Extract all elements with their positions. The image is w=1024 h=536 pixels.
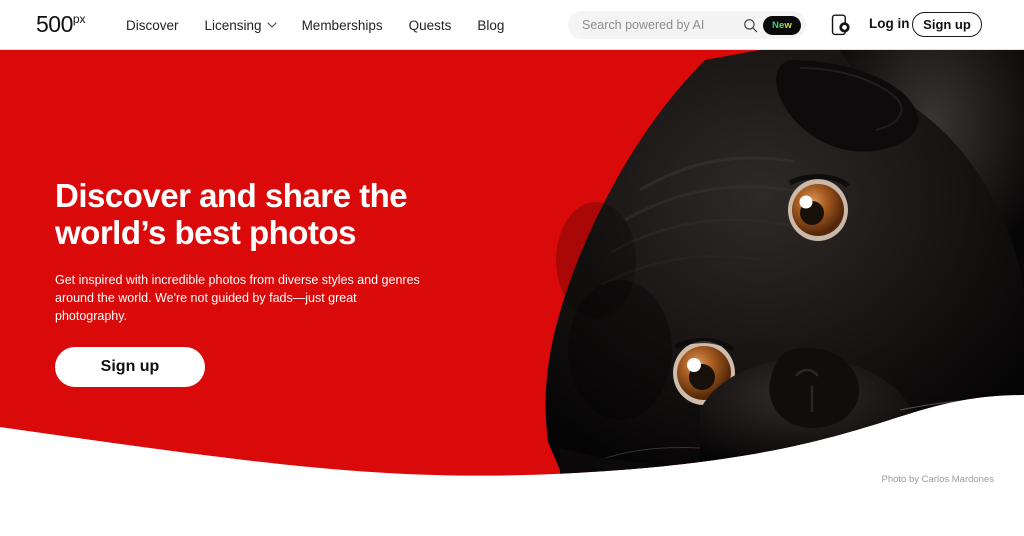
nav-item-licensing[interactable]: Licensing [204, 17, 277, 33]
nav-item-label: Quests [408, 17, 452, 33]
signup-button-hero[interactable]: Sign up [55, 347, 205, 388]
nav-item-label: Licensing [204, 17, 262, 33]
nav-item-memberships[interactable]: Memberships [302, 18, 383, 33]
page-title: Discover and share the world’s best phot… [55, 177, 408, 251]
site-header: 500 px Discover Licensing Memberships Qu… [0, 0, 1024, 50]
nav-item-label: Discover [126, 17, 179, 33]
nav-item-label: Blog [477, 17, 505, 33]
logo-text-main: 500 [36, 11, 73, 37]
primary-nav: Discover Licensing Memberships Quests Bl… [126, 0, 504, 50]
hero-subtitle: Get inspired with incredible photos from… [55, 272, 420, 324]
page-root: 500 px Discover Licensing Memberships Qu… [0, 0, 1024, 536]
nav-item-discover[interactable]: Discover [126, 18, 179, 33]
hero-section: Discover and share the world’s best phot… [0, 50, 1024, 485]
mobile-app-icon[interactable] [831, 14, 850, 36]
logo-text-superscript: px [72, 12, 86, 26]
nav-item-quests[interactable]: Quests [409, 18, 452, 33]
search-icon[interactable] [743, 18, 758, 33]
search-new-badge-label: New [772, 19, 792, 31]
nav-item-label: Memberships [301, 17, 383, 33]
search-bar[interactable]: New [568, 11, 806, 39]
hero-copy: Discover and share the world’s best phot… [55, 177, 455, 388]
signup-button-header[interactable]: Sign up [912, 12, 982, 37]
nav-item-blog[interactable]: Blog [477, 18, 504, 33]
login-button[interactable]: Log in [869, 16, 910, 31]
chevron-down-icon [267, 20, 277, 29]
search-new-badge[interactable]: New [763, 15, 801, 35]
logo-500px[interactable]: 500 px [36, 13, 86, 36]
search-input[interactable] [582, 11, 743, 39]
photo-credit: Photo by Carlos Mardones [881, 474, 994, 485]
